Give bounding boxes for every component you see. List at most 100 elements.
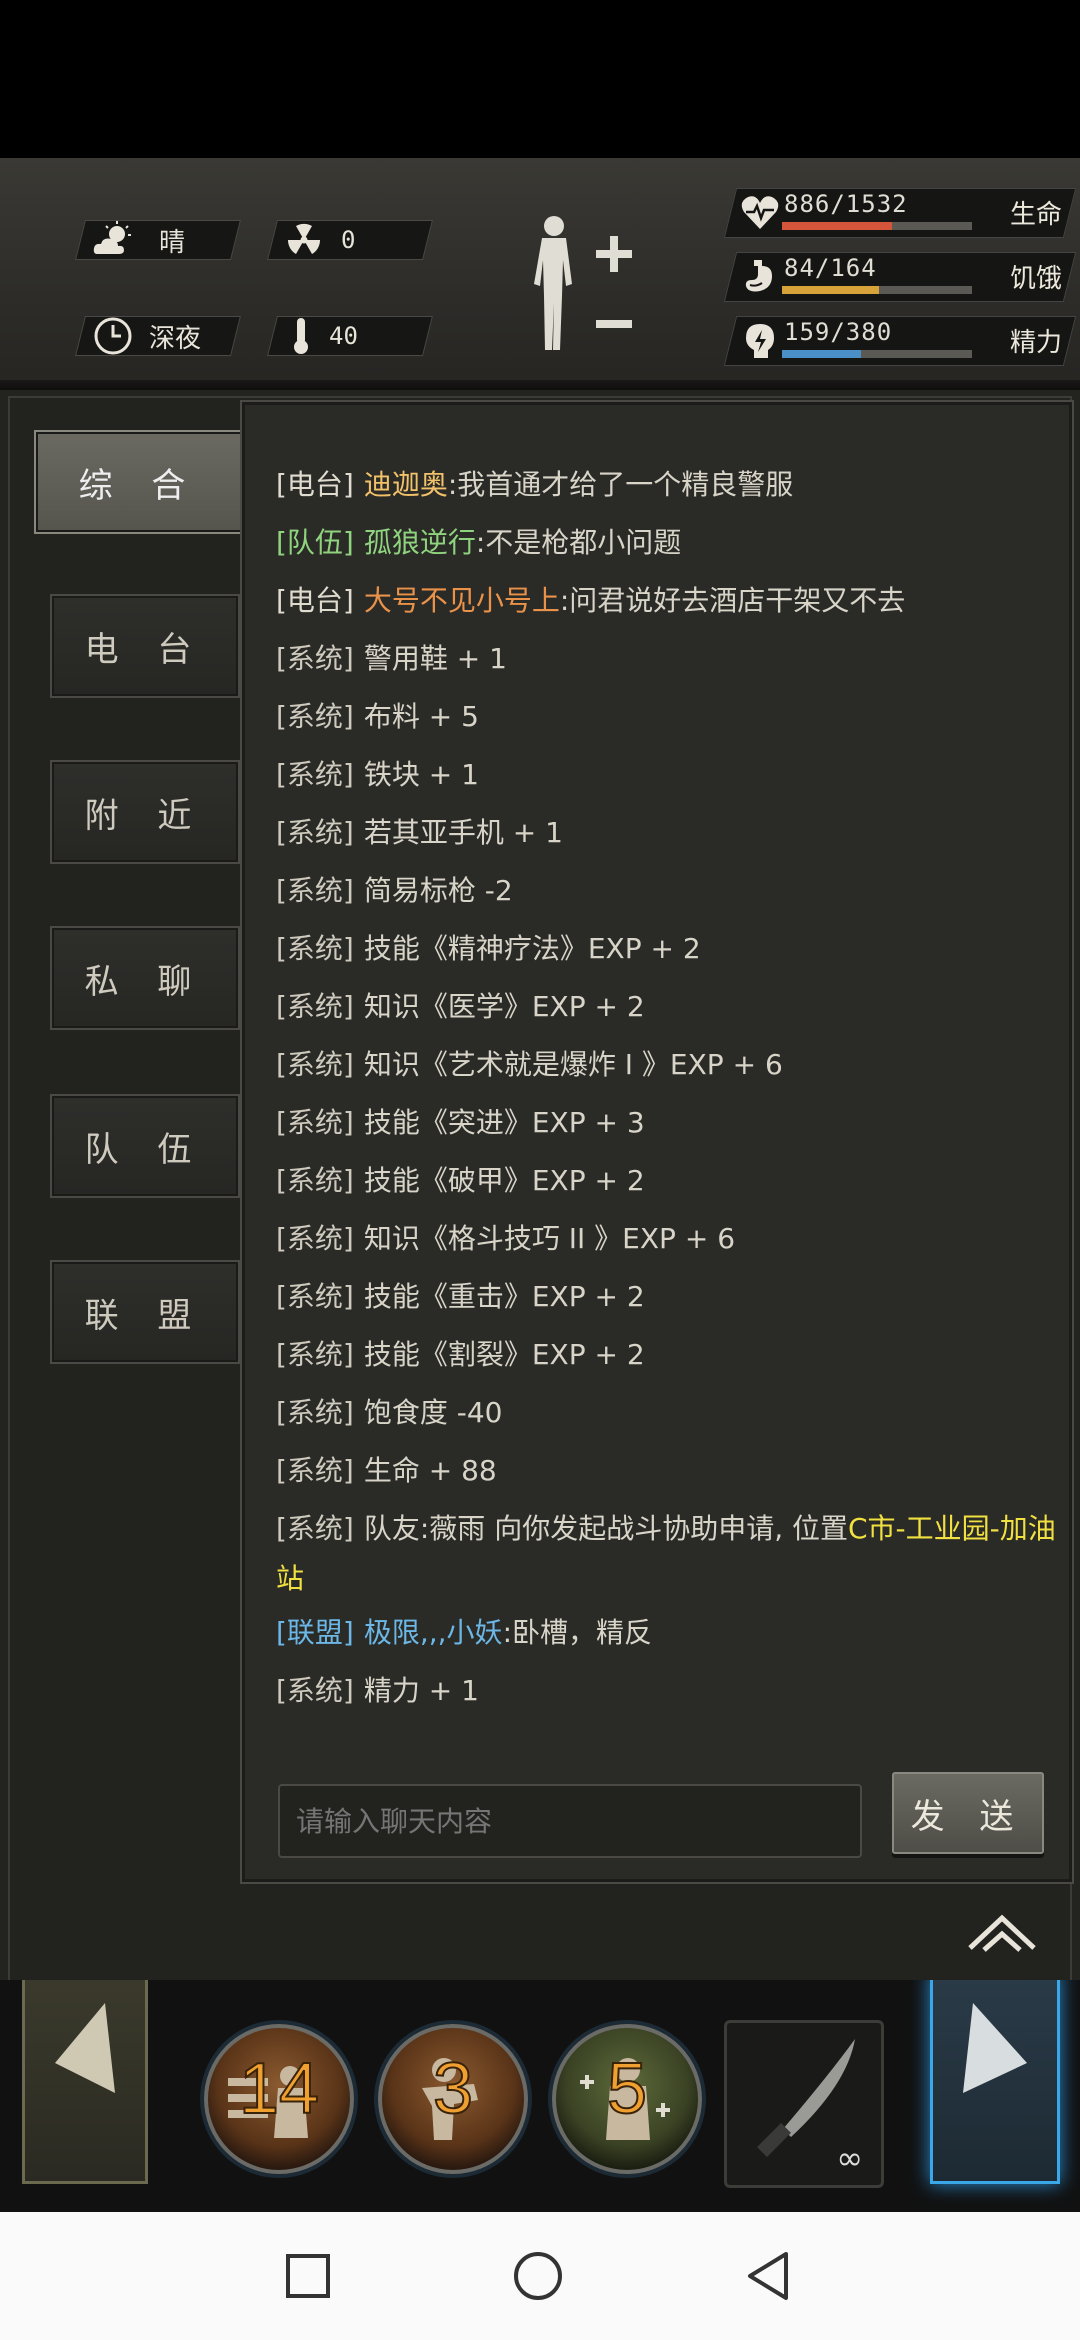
hunger-label: 饥饿 [1009, 264, 1062, 294]
health-bar [782, 222, 972, 230]
message-text: 警用鞋 + 1 [363, 642, 507, 675]
slot-count: 5 [606, 2048, 648, 2130]
message-channel: [电台] [276, 468, 354, 501]
message-channel: [联盟] [276, 1616, 354, 1649]
thermometer-icon [294, 318, 308, 354]
message-sender[interactable]: 极限,,,小妖 [364, 1616, 503, 1649]
message-sender[interactable]: 大号不见小号上 [364, 584, 560, 617]
chat-message: [系统] 技能《精神疗法》EXP + 2 [276, 920, 1056, 978]
energy-label: 精力 [1009, 328, 1062, 358]
message-text: 饱食度 -40 [363, 1396, 503, 1429]
health-value: 886/1532 [784, 190, 908, 218]
message-channel: [系统] [276, 1164, 354, 1197]
chat-message: [系统] 技能《重击》EXP + 2 [276, 1268, 1056, 1326]
message-text: :问君说好去酒店干架又不去 [559, 584, 906, 617]
message-channel: [电台] [276, 584, 354, 617]
message-text: 技能《割裂》EXP + 2 [363, 1338, 645, 1371]
system-nav-bar [0, 2212, 1080, 2340]
message-sender[interactable]: 孤狼逆行 [364, 526, 476, 559]
message-text: 知识《格斗技巧 II 》EXP + 6 [363, 1222, 736, 1255]
radiation-icon [287, 223, 321, 254]
chat-message: [电台] 迪迦奥:我首通才给了一个精良警服 [276, 456, 1056, 514]
message-channel: [系统] [276, 700, 354, 733]
message-text: :我首通才给了一个精良警服 [447, 468, 794, 501]
weather-box: 晴 [75, 220, 241, 260]
chat-input[interactable] [278, 1784, 862, 1858]
message-text: 若其亚手机 + 1 [363, 816, 563, 849]
energy-icon [746, 324, 774, 358]
message-text: 知识《医学》EXP + 2 [363, 990, 645, 1023]
hunger-bar [782, 286, 972, 294]
tab-alliance[interactable]: 联 盟 [50, 1260, 240, 1364]
chat-panel: [电台] 迪迦奥:我首通才给了一个精良警服 [队伍] 孤狼逆行:不是枪都小问题 [电台]… [240, 400, 1074, 1884]
hotbar-slot-punch[interactable]: 3 [378, 2024, 528, 2174]
status-panel: 晴 0 深夜 40 886/1532 生命 84/164 饥饿 159/380 … [0, 158, 1080, 390]
hotbar-prev-button[interactable] [22, 1980, 148, 2184]
back-icon[interactable] [742, 2250, 794, 2302]
chat-message: [系统] 警用鞋 + 1 [276, 630, 1056, 688]
collapse-chevron-up-icon[interactable] [966, 1910, 1038, 1954]
tab-general[interactable]: 综 合 [34, 430, 244, 534]
chat-message: [系统] 若其亚手机 + 1 [276, 804, 1056, 862]
message-channel: [系统] [276, 1396, 354, 1429]
weather-icon [93, 221, 131, 254]
temperature-box: 40 [267, 316, 433, 356]
heart-icon [741, 196, 779, 229]
message-sender[interactable]: 迪迦奥 [364, 468, 448, 501]
weapon-durability: ∞ [836, 2139, 863, 2177]
vital-health: 886/1532 生命 [720, 188, 1080, 238]
chat-message: [系统] 生命 + 88 [276, 1442, 1056, 1500]
tab-nearby[interactable]: 附 近 [50, 760, 240, 864]
hotbar-slot-heal[interactable]: 5 [552, 2024, 702, 2174]
message-text: 布料 + 5 [363, 700, 479, 733]
chat-message: [系统] 技能《破甲》EXP + 2 [276, 1152, 1056, 1210]
send-button[interactable]: 发 送 [892, 1772, 1044, 1854]
hotbar-next-button[interactable] [930, 1980, 1060, 2184]
chat-message: [系统] 饱食度 -40 [276, 1384, 1056, 1442]
home-icon[interactable] [512, 2250, 564, 2302]
hunger-value: 84/164 [784, 254, 877, 282]
chat-message: [系统] 技能《割裂》EXP + 2 [276, 1326, 1056, 1384]
message-channel: [系统] [276, 642, 354, 675]
message-channel: [系统] [276, 816, 354, 849]
vital-energy: 159/380 精力 [720, 316, 1080, 366]
message-channel: [系统] [276, 1048, 354, 1081]
time-label: 深夜 [149, 323, 202, 354]
tab-team[interactable]: 队 伍 [50, 1094, 240, 1198]
chat-message: [系统] 简易标枪 -2 [276, 862, 1056, 920]
message-channel: [系统] [276, 758, 354, 791]
hotbar: 14 3 5 ∞ [0, 1980, 1080, 2212]
message-channel: [系统] [276, 1512, 354, 1545]
chat-message: [联盟] 极限,,,小妖:卧槽，精反 [276, 1604, 1056, 1662]
recent-apps-icon[interactable] [282, 2250, 334, 2302]
chat-message: [电台] 大号不见小号上:问君说好去酒店干架又不去 [276, 572, 1056, 630]
message-channel: [系统] [276, 990, 354, 1023]
message-text: 技能《破甲》EXP + 2 [363, 1164, 645, 1197]
body-status-figure[interactable] [518, 212, 638, 362]
message-channel: [队伍] [276, 526, 354, 559]
slot-count: 14 [238, 2048, 320, 2130]
message-text: 技能《重击》EXP + 2 [363, 1280, 645, 1313]
message-channel: [系统] [276, 1222, 354, 1255]
health-label: 生命 [1009, 200, 1062, 230]
message-text: 技能《突进》EXP + 3 [363, 1106, 645, 1139]
hotbar-slot-barricade[interactable]: 14 [204, 2024, 354, 2174]
temperature-value: 40 [329, 322, 358, 350]
message-text: 精力 + 1 [363, 1674, 479, 1707]
chat-message: [系统] 布料 + 5 [276, 688, 1056, 746]
tab-radio[interactable]: 电 台 [50, 594, 240, 698]
chat-message-list[interactable]: [电台] 迪迦奥:我首通才给了一个精良警服 [队伍] 孤狼逆行:不是枪都小问题 [电台]… [276, 456, 1056, 1734]
hotbar-weapon-slot[interactable]: ∞ [724, 2020, 884, 2188]
energy-value: 159/380 [784, 318, 893, 346]
chat-message: [系统] 精力 + 1 [276, 1662, 1056, 1720]
message-channel: [系统] [276, 1338, 354, 1371]
stomach-icon [745, 260, 772, 292]
chat-message: [系统] 知识《医学》EXP + 2 [276, 978, 1056, 1036]
message-channel: [系统] [276, 874, 354, 907]
chat-message: [系统] 知识《格斗技巧 II 》EXP + 6 [276, 1210, 1056, 1268]
energy-bar [782, 350, 972, 358]
chat-message: [系统] 技能《突进》EXP + 3 [276, 1094, 1056, 1152]
tab-private[interactable]: 私 聊 [50, 926, 240, 1030]
message-text: :卧槽，精反 [502, 1616, 652, 1649]
message-text: 技能《精神疗法》EXP + 2 [363, 932, 701, 965]
